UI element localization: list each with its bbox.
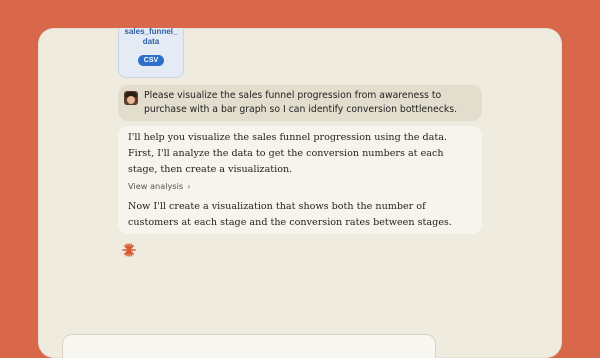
chat-window: sales_funnel_ data CSV Please visualize … [38, 28, 562, 358]
view-analysis-label: View analysis [128, 181, 184, 191]
assistant-message: I'll help you visualize the sales funnel… [118, 126, 482, 234]
chevron-right-icon: › [187, 182, 191, 191]
user-message: Please visualize the sales funnel progre… [118, 85, 482, 121]
avatar [124, 91, 138, 105]
attachment-card[interactable]: sales_funnel_ data CSV [118, 28, 184, 78]
attachment-name: sales_funnel_ data [124, 28, 178, 46]
assistant-paragraph-2: Now I'll create a visualization that sho… [128, 201, 452, 228]
attachment-type-badge: CSV [137, 55, 165, 66]
view-analysis-button[interactable]: View analysis › [128, 181, 190, 191]
claude-spark-icon [122, 243, 136, 257]
user-message-text: Please visualize the sales funnel progre… [144, 90, 458, 115]
assistant-paragraph-1: I'll help you visualize the sales funnel… [128, 132, 448, 175]
